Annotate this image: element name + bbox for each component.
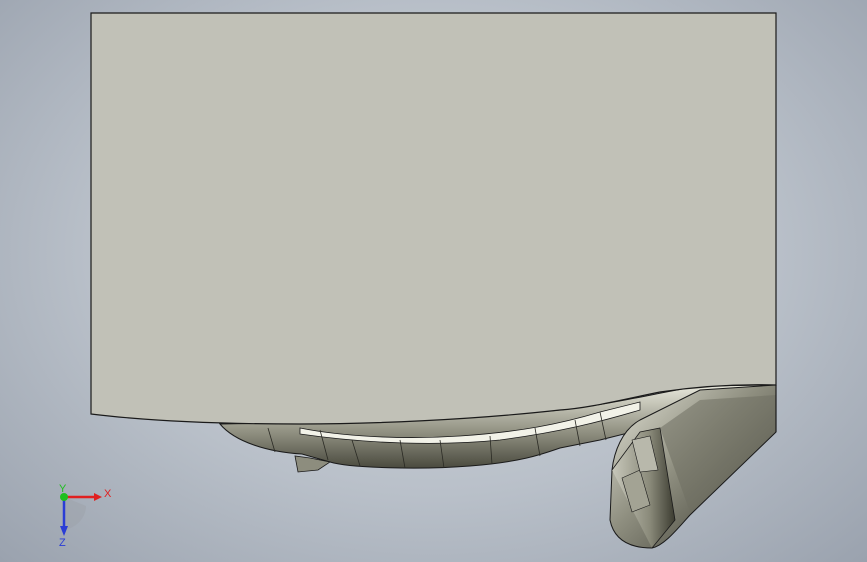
model-front-face[interactable]: [90, 12, 777, 425]
x-axis-label: X: [104, 488, 112, 500]
model-view[interactable]: [0, 0, 867, 562]
graphics-viewport[interactable]: X Y Z: [0, 0, 867, 562]
z-axis-label: Z: [59, 537, 66, 549]
z-axis-arrow-head: [60, 526, 68, 536]
y-axis-label: Y: [59, 483, 67, 495]
coordinate-triad: X Y Z: [59, 483, 112, 549]
x-axis-arrow-head: [94, 493, 102, 501]
